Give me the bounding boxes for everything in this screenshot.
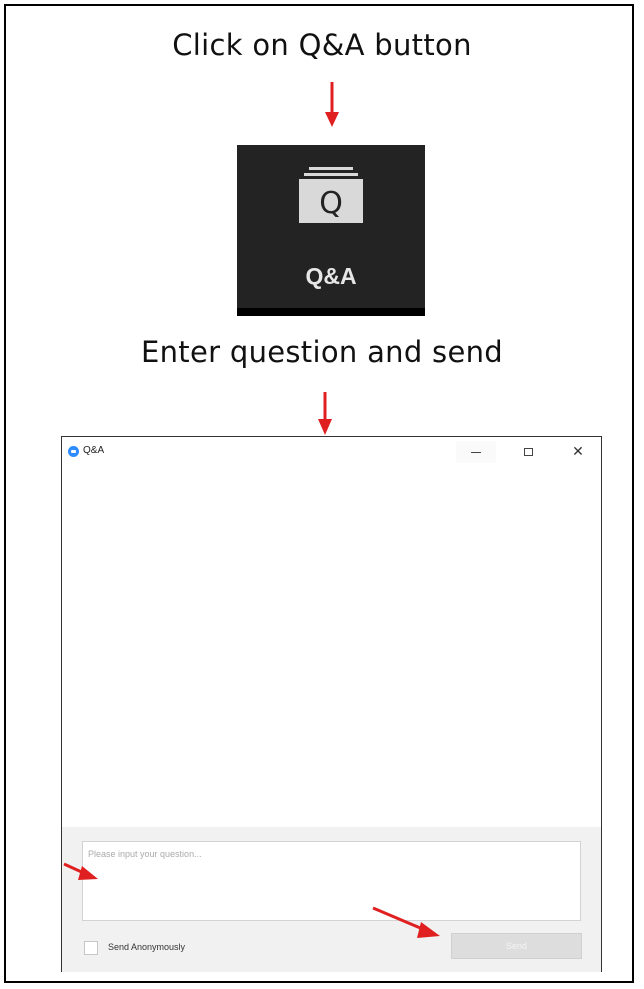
- arrow-to-send-button: [372, 906, 440, 938]
- annotation-arrows-dialog: [63, 862, 440, 938]
- arrow-to-question-input: [63, 862, 98, 880]
